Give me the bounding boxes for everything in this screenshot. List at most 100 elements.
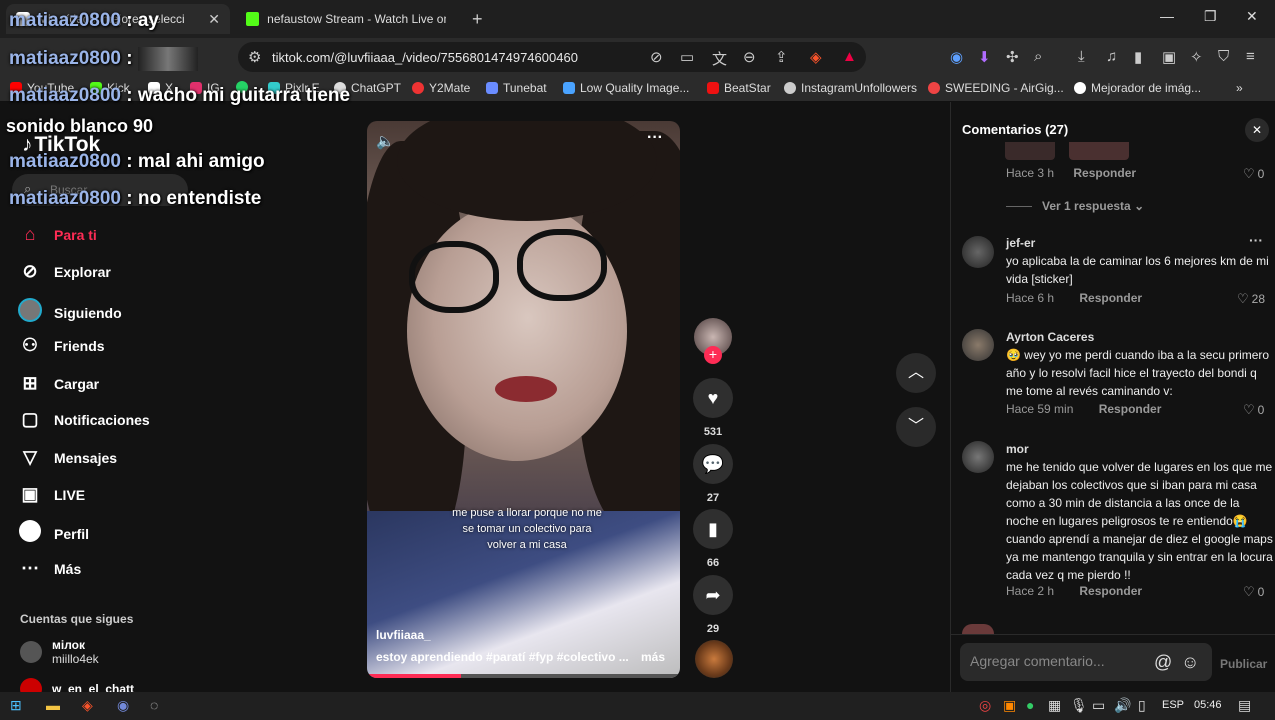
- network-icon[interactable]: ▭: [1092, 697, 1105, 714]
- volume-icon[interactable]: 🔊: [1114, 697, 1131, 714]
- bookmarks-overflow-icon[interactable]: »: [1236, 81, 1243, 95]
- media-icon[interactable]: ⊘: [650, 48, 663, 66]
- video-more-link[interactable]: más: [641, 650, 665, 664]
- language-indicator[interactable]: ESP: [1162, 699, 1184, 711]
- avatar[interactable]: [962, 236, 994, 268]
- mention-icon[interactable]: @: [1154, 652, 1172, 673]
- previous-video-button[interactable]: ︿: [896, 353, 936, 393]
- bookmark-beatstar[interactable]: BeatStar: [707, 81, 771, 95]
- maximize-icon[interactable]: ❐: [1204, 8, 1217, 25]
- windows-start-icon[interactable]: ⊞: [10, 697, 22, 714]
- video-username[interactable]: luvfiiaaa_: [376, 628, 431, 642]
- comment-icon[interactable]: 💬: [693, 444, 733, 484]
- bookmark-low-quality-image[interactable]: Low Quality Image...: [563, 81, 689, 95]
- window-close-icon[interactable]: ✕: [1246, 8, 1258, 25]
- wallet-icon[interactable]: ▣: [1162, 48, 1176, 66]
- download-extension-icon[interactable]: ⬇: [978, 48, 991, 66]
- music-disc-icon[interactable]: [695, 640, 733, 678]
- comment-action[interactable]: 💬 27: [693, 444, 733, 504]
- microphone-icon[interactable]: 🎙: [1070, 697, 1088, 714]
- brave-shield-icon[interactable]: ◈: [810, 48, 822, 66]
- bookmark-instagram-unfollowers[interactable]: InstagramUnfollowers: [784, 81, 917, 95]
- audio-extension-icon[interactable]: ◉: [950, 48, 963, 66]
- discord-icon[interactable]: ◉: [117, 697, 129, 714]
- nav-live[interactable]: ▣ LIVE: [18, 484, 85, 505]
- screenshot-icon[interactable]: ⌕: [1034, 48, 1042, 65]
- sidebar-toggle-icon[interactable]: ▮: [1134, 48, 1142, 66]
- video-player[interactable]: 🔈 ··· me puse a llorar porque no me se t…: [367, 121, 680, 678]
- leo-ai-icon[interactable]: ✧: [1190, 48, 1203, 66]
- bookmark-mejorador[interactable]: Mejorador de imág...: [1074, 81, 1201, 95]
- heart-icon[interactable]: ♥: [693, 378, 733, 418]
- save-action[interactable]: ▮ 66: [693, 509, 733, 569]
- comment-author[interactable]: mor: [1006, 442, 1029, 456]
- avatar[interactable]: [962, 329, 994, 361]
- like-action[interactable]: ♥ 531: [693, 378, 733, 438]
- bookmark-sweeding[interactable]: SWEEDING - AirGig...: [928, 81, 1064, 95]
- comment-input[interactable]: Agregar comentario...: [960, 643, 1212, 681]
- share-action[interactable]: ➦ 29: [693, 575, 733, 635]
- comment-like[interactable]: ♡ 28: [1237, 291, 1265, 307]
- tray-icon[interactable]: ▦: [1048, 697, 1061, 714]
- volume-icon[interactable]: 🔈: [376, 132, 395, 150]
- new-tab-icon[interactable]: +: [472, 9, 483, 30]
- url-input[interactable]: tiktok.com/@luvfiiaaa_/video/75568014749…: [238, 42, 866, 72]
- share-icon[interactable]: ⇪: [775, 48, 788, 66]
- comment-author[interactable]: Ayrton Caceres: [1006, 330, 1094, 344]
- file-explorer-icon[interactable]: ▬: [46, 697, 60, 713]
- translate-icon[interactable]: 文: [712, 48, 727, 69]
- extensions-icon[interactable]: ✣: [1006, 48, 1019, 66]
- tray-icon[interactable]: ●: [1026, 697, 1034, 713]
- vpn-icon[interactable]: ⛉: [1218, 48, 1229, 65]
- comment-author[interactable]: jef-er: [1006, 236, 1035, 250]
- close-icon[interactable]: ✕: [1245, 118, 1269, 142]
- nav-para-ti[interactable]: ⌂ Para ti: [18, 224, 97, 245]
- view-replies-button[interactable]: Ver 1 respuesta ⌄: [1006, 199, 1144, 213]
- tray-icon[interactable]: ▣: [1003, 697, 1016, 714]
- avatar[interactable]: [962, 441, 994, 473]
- downloads-icon[interactable]: ⤓: [1078, 48, 1085, 65]
- followed-account[interactable]: мілок miillo4ek: [20, 638, 99, 666]
- minimize-icon[interactable]: —: [1160, 8, 1174, 24]
- comment-more-icon[interactable]: ···: [1249, 232, 1263, 248]
- bookmark-icon[interactable]: ▮: [693, 509, 733, 549]
- comment-like[interactable]: ♡ 0: [1243, 584, 1264, 600]
- reply-button[interactable]: Responder: [1079, 584, 1142, 598]
- cast-icon[interactable]: ▭: [680, 48, 694, 66]
- post-comment-button[interactable]: Publicar: [1220, 657, 1267, 671]
- menu-icon[interactable]: ≡: [1246, 48, 1255, 65]
- brave-rewards-icon[interactable]: ▲: [842, 48, 857, 65]
- tray-icon[interactable]: ◎: [979, 697, 991, 714]
- video-menu-icon[interactable]: ···: [647, 129, 663, 147]
- clock[interactable]: 05:46: [1194, 699, 1222, 711]
- nav-siguiendo[interactable]: Siguiendo: [18, 298, 122, 327]
- share-arrow-icon[interactable]: ➦: [693, 575, 733, 615]
- close-icon[interactable]: ✕: [208, 11, 220, 28]
- video-progress-bar[interactable]: [367, 674, 680, 678]
- nav-explorar[interactable]: ⊘ Explorar: [18, 261, 110, 282]
- comment-like[interactable]: ♡ 0: [1243, 166, 1264, 182]
- comment-like[interactable]: ♡ 0: [1243, 402, 1264, 418]
- nav-cargar[interactable]: ⊞ Cargar: [18, 373, 99, 394]
- app-icon[interactable]: ◌: [150, 697, 158, 713]
- emoji-icon[interactable]: ☺: [1181, 652, 1199, 673]
- zoom-icon[interactable]: ⊖: [743, 48, 756, 66]
- bookmark-y2mate[interactable]: Y2Mate: [412, 81, 470, 95]
- nav-mensajes[interactable]: ▽ Mensajes: [18, 447, 117, 468]
- reply-button[interactable]: Responder: [1079, 291, 1142, 305]
- reply-button[interactable]: Responder: [1073, 166, 1136, 180]
- nav-notificaciones[interactable]: ▢ Notificaciones: [18, 409, 149, 430]
- bookmark-tunebat[interactable]: Tunebat: [486, 81, 547, 95]
- reply-button[interactable]: Responder: [1099, 402, 1162, 416]
- nav-mas[interactable]: ⋯ Más: [18, 558, 81, 579]
- tab-kick[interactable]: nefaustow Stream - Watch Live on Ki: [236, 4, 456, 34]
- brave-icon[interactable]: ◈: [82, 697, 93, 714]
- follow-plus-icon[interactable]: +: [704, 346, 722, 364]
- music-icon[interactable]: ♫: [1106, 48, 1117, 65]
- nav-perfil[interactable]: Perfil: [18, 520, 89, 547]
- battery-icon[interactable]: ▯: [1138, 697, 1146, 714]
- next-video-button[interactable]: ﹀: [896, 407, 936, 447]
- site-settings-icon[interactable]: ⚙: [248, 48, 261, 66]
- nav-friends[interactable]: ⚇ Friends: [18, 335, 105, 356]
- notification-center-icon[interactable]: ▤: [1238, 697, 1251, 714]
